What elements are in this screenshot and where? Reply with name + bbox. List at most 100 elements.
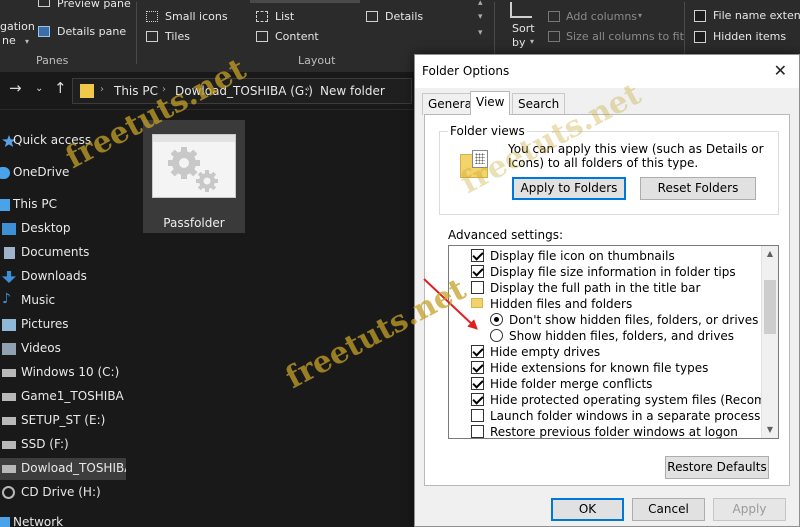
sidebar-item-music[interactable]: ♪ Music (0, 290, 126, 312)
file-name-extensions-checkbox[interactable] (694, 10, 706, 22)
setting-display-file-icon[interactable]: Display file icon on thumbnails (449, 248, 761, 264)
tab-search[interactable]: Search (512, 93, 566, 115)
setting-display-file-size[interactable]: Display file size information in folder … (449, 264, 761, 280)
sidebar-item-network[interactable]: Network (0, 512, 126, 527)
checkbox[interactable] (471, 377, 484, 390)
up-arrow-icon[interactable]: ↑ (54, 79, 67, 97)
details-pane-button[interactable]: Details pane (57, 25, 126, 38)
size-all-columns-button[interactable]: Size all columns to fit (566, 30, 684, 43)
checkbox[interactable] (471, 393, 484, 406)
folder-name: Passfolder (163, 216, 225, 230)
setting-show-hidden[interactable]: Show hidden files, folders, and drives (449, 328, 761, 344)
folder-thumbnail (152, 134, 236, 198)
hidden-items-checkbox[interactable] (694, 31, 706, 43)
apply-to-folders-button[interactable]: Apply to Folders (512, 177, 626, 200)
content-option[interactable]: Content (275, 30, 319, 43)
close-icon[interactable]: ✕ (774, 61, 787, 80)
checkbox[interactable] (471, 249, 484, 262)
selected-layout-highlight (250, 0, 360, 3)
radio-button[interactable] (490, 329, 503, 342)
sort-by-icon (510, 2, 532, 18)
gears-icon (168, 147, 218, 192)
tab-label: Search (518, 97, 560, 111)
sidebar-item-label: SETUP_ST (E:) (21, 413, 106, 427)
advanced-settings-list[interactable]: Display file icon on thumbnails Display … (448, 245, 779, 439)
checkbox[interactable] (471, 265, 484, 278)
restore-defaults-button[interactable]: Restore Defaults (665, 456, 769, 479)
checkbox[interactable] (471, 425, 484, 438)
breadcrumb-chevron-icon[interactable]: › (306, 84, 310, 95)
breadcrumb-new-folder[interactable]: New folder (320, 84, 385, 98)
list-option[interactable]: List (275, 10, 294, 23)
checkbox[interactable] (471, 361, 484, 374)
dialog-titlebar[interactable]: Folder Options ✕ (415, 55, 799, 88)
sidebar-item-ssd-f[interactable]: SSD (F:) (0, 434, 126, 456)
scrollbar-thumb[interactable] (764, 280, 776, 334)
breadcrumb-chevron-icon[interactable]: › (100, 84, 104, 95)
setting-label: Display file icon on thumbnails (490, 249, 675, 263)
sidebar-item-onedrive[interactable]: OneDrive (0, 162, 126, 184)
settings-scrollbar[interactable]: ▲ ▼ (761, 246, 778, 438)
tab-label: View (476, 95, 505, 109)
recent-locations-chevron-icon[interactable]: ⌄ (35, 83, 43, 94)
setting-hide-protected-os-files[interactable]: Hide protected operating system files (R… (449, 392, 778, 408)
scroll-up-icon[interactable]: ▴ (478, 0, 483, 8)
setting-hide-extensions[interactable]: Hide extensions for known file types (449, 360, 761, 376)
sort-by-button-line2[interactable]: by (512, 36, 526, 49)
setting-label: Restore previous folder windows at logon (490, 425, 738, 439)
chevron-down-icon[interactable]: ▾ (638, 11, 642, 20)
small-icons-option[interactable]: Small icons (165, 10, 228, 23)
sort-by-button-line1[interactable]: Sort (512, 22, 535, 35)
checkbox[interactable] (471, 281, 484, 294)
sidebar-item-this-pc[interactable]: This PC (0, 194, 126, 216)
sidebar-item-game1-d[interactable]: Game1_TOSHIBA (D (0, 386, 126, 408)
sidebar-item-pictures[interactable]: Pictures (0, 314, 126, 336)
sidebar-item-desktop[interactable]: Desktop (0, 218, 126, 240)
cancel-button[interactable]: Cancel (632, 498, 705, 521)
radio-button[interactable] (490, 313, 503, 326)
file-name-extensions-label: File name extensi (713, 9, 800, 22)
sidebar-item-dowload-toshiba[interactable]: Dowload_TOSHIBA (0, 458, 126, 480)
ok-button[interactable]: OK (551, 498, 624, 521)
setting-hide-empty-drives[interactable]: Hide empty drives (449, 344, 761, 360)
setting-dont-show-hidden[interactable]: Don't show hidden files, folders, or dri… (449, 312, 761, 328)
setting-hide-merge-conflicts[interactable]: Hide folder merge conflicts (449, 376, 761, 392)
preview-pane-button[interactable]: Preview pane (57, 0, 131, 10)
scroll-down-icon[interactable]: ▼ (762, 422, 778, 438)
screen: gation ne ▾ Preview pane Details pane Pa… (0, 0, 800, 527)
setting-launch-separate-process[interactable]: Launch folder windows in a separate proc… (449, 408, 761, 424)
setting-restore-previous-windows[interactable]: Restore previous folder windows at logon (449, 424, 761, 439)
scroll-up-icon[interactable]: ▲ (762, 246, 778, 262)
sidebar-item-videos[interactable]: Videos (0, 338, 126, 360)
forward-arrow-icon[interactable]: → (9, 79, 22, 97)
computer-icon (0, 199, 10, 211)
sidebar-item-label: Game1_TOSHIBA (D (21, 389, 126, 403)
tab-view[interactable]: View (470, 91, 511, 115)
sidebar-item-cd-drive-h[interactable]: CD Drive (H:) (0, 482, 126, 504)
network-icon (0, 517, 10, 527)
expand-gallery-icon[interactable]: ▾ (478, 28, 483, 38)
details-icon (366, 11, 378, 22)
scroll-down-icon[interactable]: ▾ (478, 12, 483, 22)
sidebar-item-label: Downloads (21, 269, 87, 283)
sidebar-item-windows-c[interactable]: Windows 10 (C:) (0, 362, 126, 384)
sidebar-item-setup-e[interactable]: SETUP_ST (E:) (0, 410, 126, 432)
chevron-down-icon[interactable]: ▾ (530, 37, 534, 46)
details-option[interactable]: Details (385, 10, 423, 23)
folder-tile-passfolder[interactable]: Passfolder (143, 120, 245, 233)
checkbox[interactable] (471, 345, 484, 358)
advanced-settings-label: Advanced settings: (448, 228, 563, 242)
sidebar-item-downloads[interactable]: Downloads (0, 266, 126, 288)
add-columns-button[interactable]: Add columns (566, 10, 637, 23)
checkbox[interactable] (471, 409, 484, 422)
navigation-pane-label-partial[interactable]: gation (0, 20, 35, 33)
chevron-down-icon[interactable]: ▾ (25, 37, 29, 46)
navigation-pane-label-partial-2[interactable]: ne (2, 34, 16, 47)
apply-button[interactable]: Apply (713, 498, 786, 521)
size-columns-icon (548, 31, 560, 42)
setting-display-full-path[interactable]: Display the full path in the title bar (449, 280, 761, 296)
sidebar-item-documents[interactable]: Documents (0, 242, 126, 264)
reset-folders-button[interactable]: Reset Folders (640, 177, 756, 200)
tiles-option[interactable]: Tiles (165, 30, 190, 43)
sidebar-item-label: SSD (F:) (21, 437, 69, 451)
